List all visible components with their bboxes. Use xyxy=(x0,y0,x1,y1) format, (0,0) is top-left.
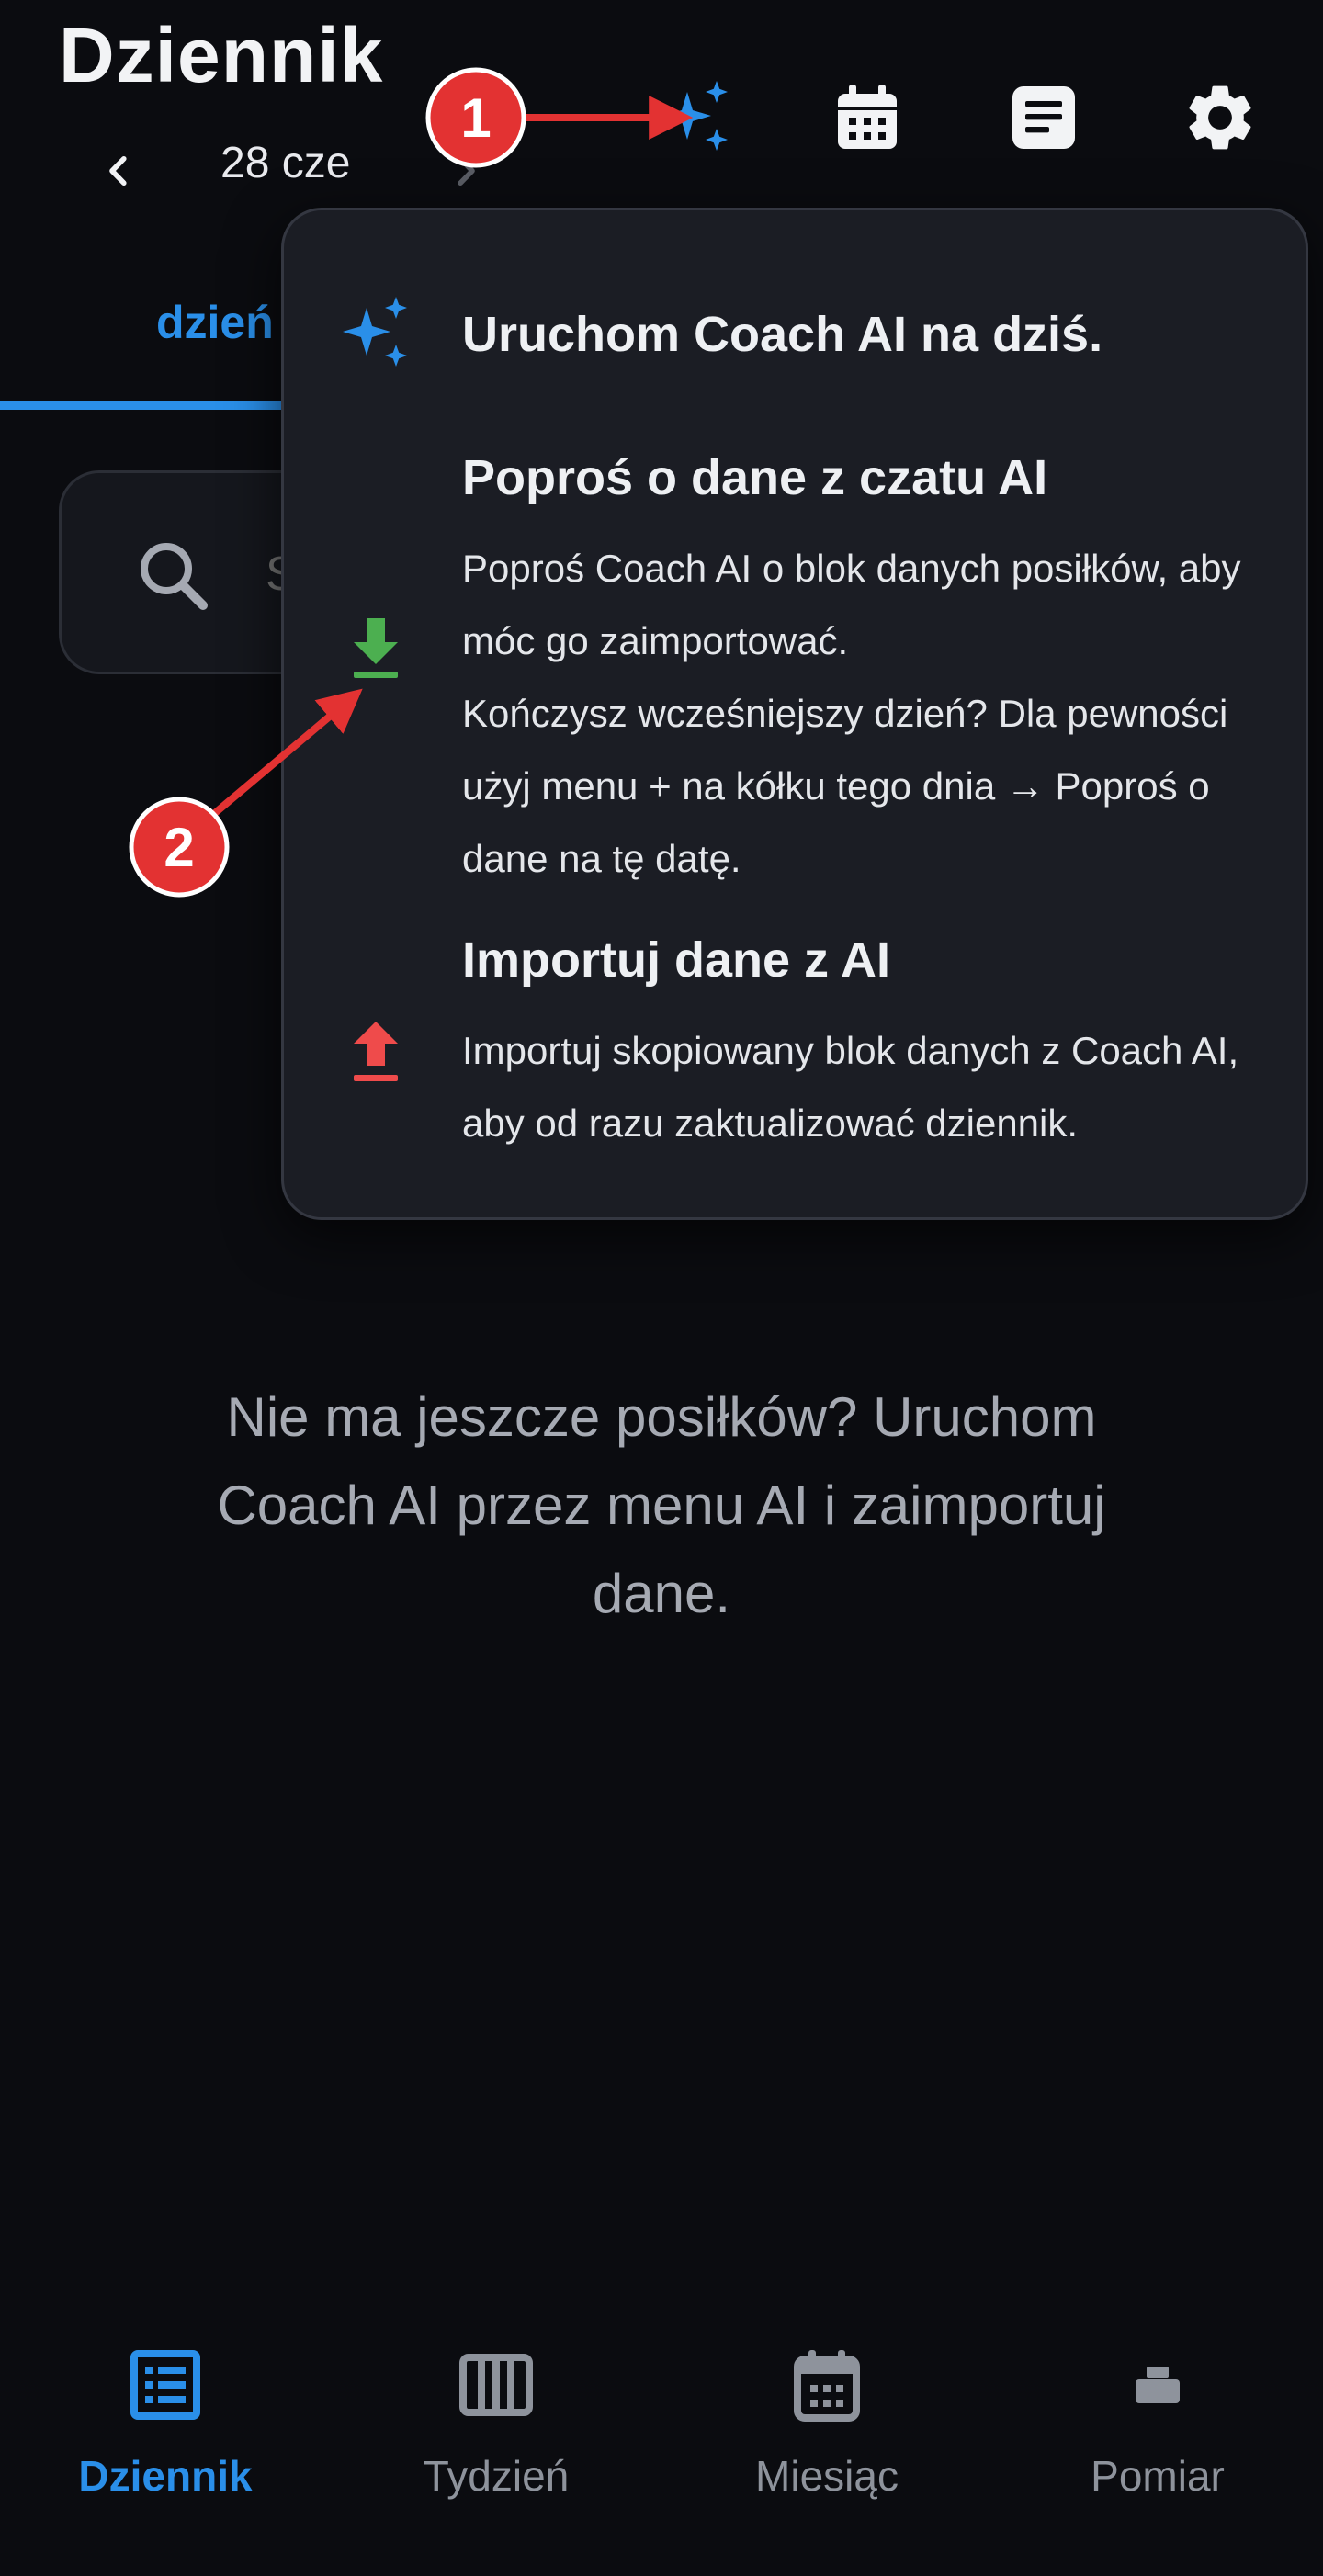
nav-label: Tydzień xyxy=(423,2452,570,2500)
nav-item-measurement[interactable]: Pomiar xyxy=(992,2297,1323,2576)
ai-menu-popup: Uruchom Coach AI na dziś. Poproś o dane … xyxy=(281,208,1308,1220)
header-actions xyxy=(0,73,1323,165)
sparkles-icon xyxy=(332,289,420,378)
app-screen: Dziennik 28 cze dzień S Nie ma jeszcze p… xyxy=(0,0,1323,2576)
sparkles-icon xyxy=(663,81,728,151)
menu-item-start-coach[interactable]: Uruchom Coach AI na dziś. xyxy=(284,266,1306,385)
settings-button[interactable] xyxy=(1176,73,1264,162)
notes-button[interactable] xyxy=(1000,73,1088,162)
menu-item-import-data[interactable]: Importuj dane z AI Importuj skopiowany b… xyxy=(284,922,1306,1198)
empty-state-message: Nie ma jeszcze posiłków? Uruchom Coach A… xyxy=(217,1386,1106,1624)
upload-icon xyxy=(332,1007,420,1095)
calendar-icon xyxy=(838,85,897,149)
menu-item-title: Importuj dane z AI xyxy=(462,932,891,988)
nav-label: Miesiąc xyxy=(755,2452,899,2500)
search-icon xyxy=(130,532,218,620)
scale-icon xyxy=(1112,2339,1204,2431)
week-icon xyxy=(450,2339,542,2431)
nav-item-month[interactable]: Miesiąc xyxy=(662,2297,992,2576)
annotation-marker-2-label: 2 xyxy=(164,817,194,878)
notes-icon xyxy=(1012,86,1075,149)
ai-menu-button[interactable] xyxy=(652,73,741,162)
menu-item-note: Kończysz wcześniejszy dzień? Dla pewnośc… xyxy=(462,692,1228,880)
calendar-button[interactable] xyxy=(823,73,911,162)
list-icon xyxy=(119,2339,211,2431)
nav-item-diary[interactable]: Dziennik xyxy=(0,2297,331,2576)
nav-label: Pomiar xyxy=(1091,2452,1225,2500)
nav-item-week[interactable]: Tydzień xyxy=(331,2297,662,2576)
menu-item-title: Poproś o dane z czatu AI xyxy=(462,450,1048,505)
menu-item-description: Poproś Coach AI o blok danych posiłków, … xyxy=(462,547,1241,662)
menu-item-title: Uruchom Coach AI na dziś. xyxy=(462,307,1103,362)
download-icon xyxy=(332,604,420,692)
calendar-icon xyxy=(781,2339,873,2431)
menu-item-description: Importuj skopiowany blok danych z Coach … xyxy=(462,1029,1239,1145)
bottom-navigation: Dziennik Tydzień Miesiąc Pomiar xyxy=(0,2297,1323,2576)
tab-day[interactable]: dzień xyxy=(156,296,274,349)
nav-label: Dziennik xyxy=(78,2452,253,2500)
gear-icon xyxy=(1189,85,1251,150)
menu-item-request-data[interactable]: Poproś o dane z czatu AI Poproś Coach AI… xyxy=(284,440,1306,899)
annotation-marker-2 xyxy=(129,797,230,898)
